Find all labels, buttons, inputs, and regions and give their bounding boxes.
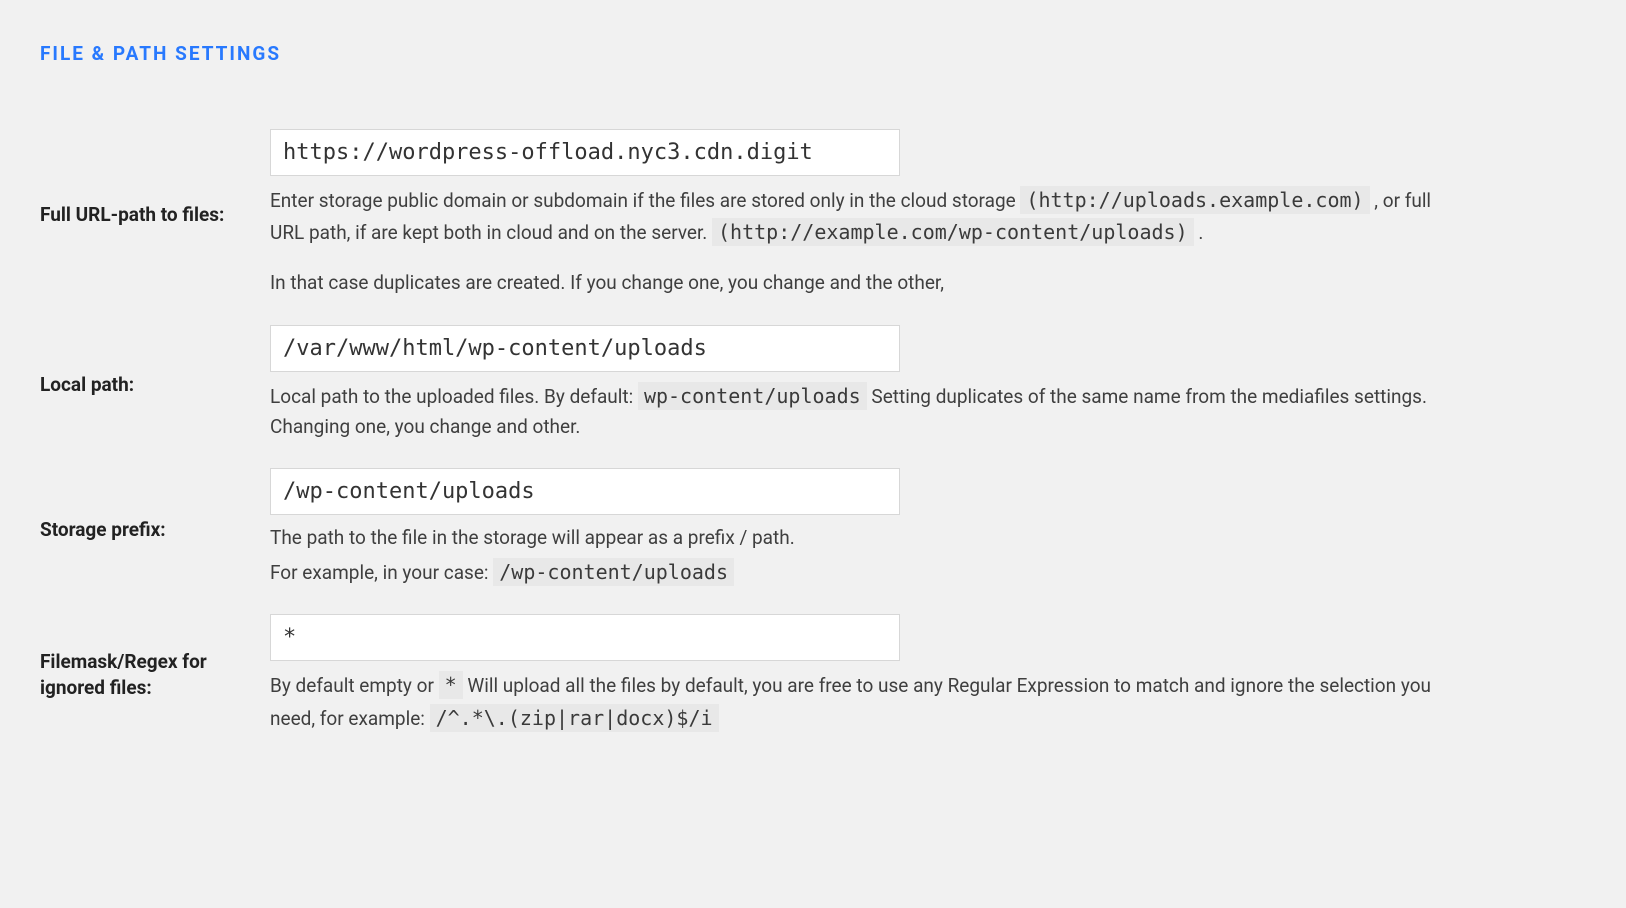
local-path-input[interactable] bbox=[270, 325, 900, 372]
section-title: FILE & PATH SETTINGS bbox=[40, 40, 1586, 69]
filemask-help: By default empty or * Will upload all th… bbox=[270, 669, 1450, 734]
filemask-label: Filemask/Regex for ignored files: bbox=[40, 649, 260, 700]
code-snippet: (http://uploads.example.com) bbox=[1020, 186, 1369, 214]
row-local-path: Local path: Local path to the uploaded f… bbox=[40, 313, 1586, 457]
full-url-path-help: Enter storage public domain or subdomain… bbox=[270, 184, 1450, 299]
row-storage-prefix: Storage prefix: The path to the file in … bbox=[40, 456, 1586, 602]
local-path-label: Local path: bbox=[40, 372, 260, 398]
filemask-input[interactable] bbox=[270, 614, 900, 661]
code-snippet: /^.*\.(zip|rar|docx)$/i bbox=[430, 704, 719, 732]
full-url-path-input[interactable] bbox=[270, 129, 900, 176]
settings-table: Full URL-path to files: Enter storage pu… bbox=[40, 117, 1586, 749]
row-filemask: Filemask/Regex for ignored files: By def… bbox=[40, 602, 1586, 748]
code-snippet: * bbox=[439, 671, 463, 699]
code-snippet: /wp-content/uploads bbox=[493, 558, 734, 586]
storage-prefix-label: Storage prefix: bbox=[40, 517, 260, 543]
storage-prefix-input[interactable] bbox=[270, 468, 900, 515]
code-snippet: (http://example.com/wp-content/uploads) bbox=[712, 218, 1194, 246]
local-path-help: Local path to the uploaded files. By def… bbox=[270, 380, 1450, 443]
storage-prefix-help: The path to the file in the storage will… bbox=[270, 523, 1450, 588]
full-url-path-label: Full URL-path to files: bbox=[40, 202, 260, 228]
row-full-url-path: Full URL-path to files: Enter storage pu… bbox=[40, 117, 1586, 313]
code-snippet: wp-content/uploads bbox=[638, 382, 867, 410]
